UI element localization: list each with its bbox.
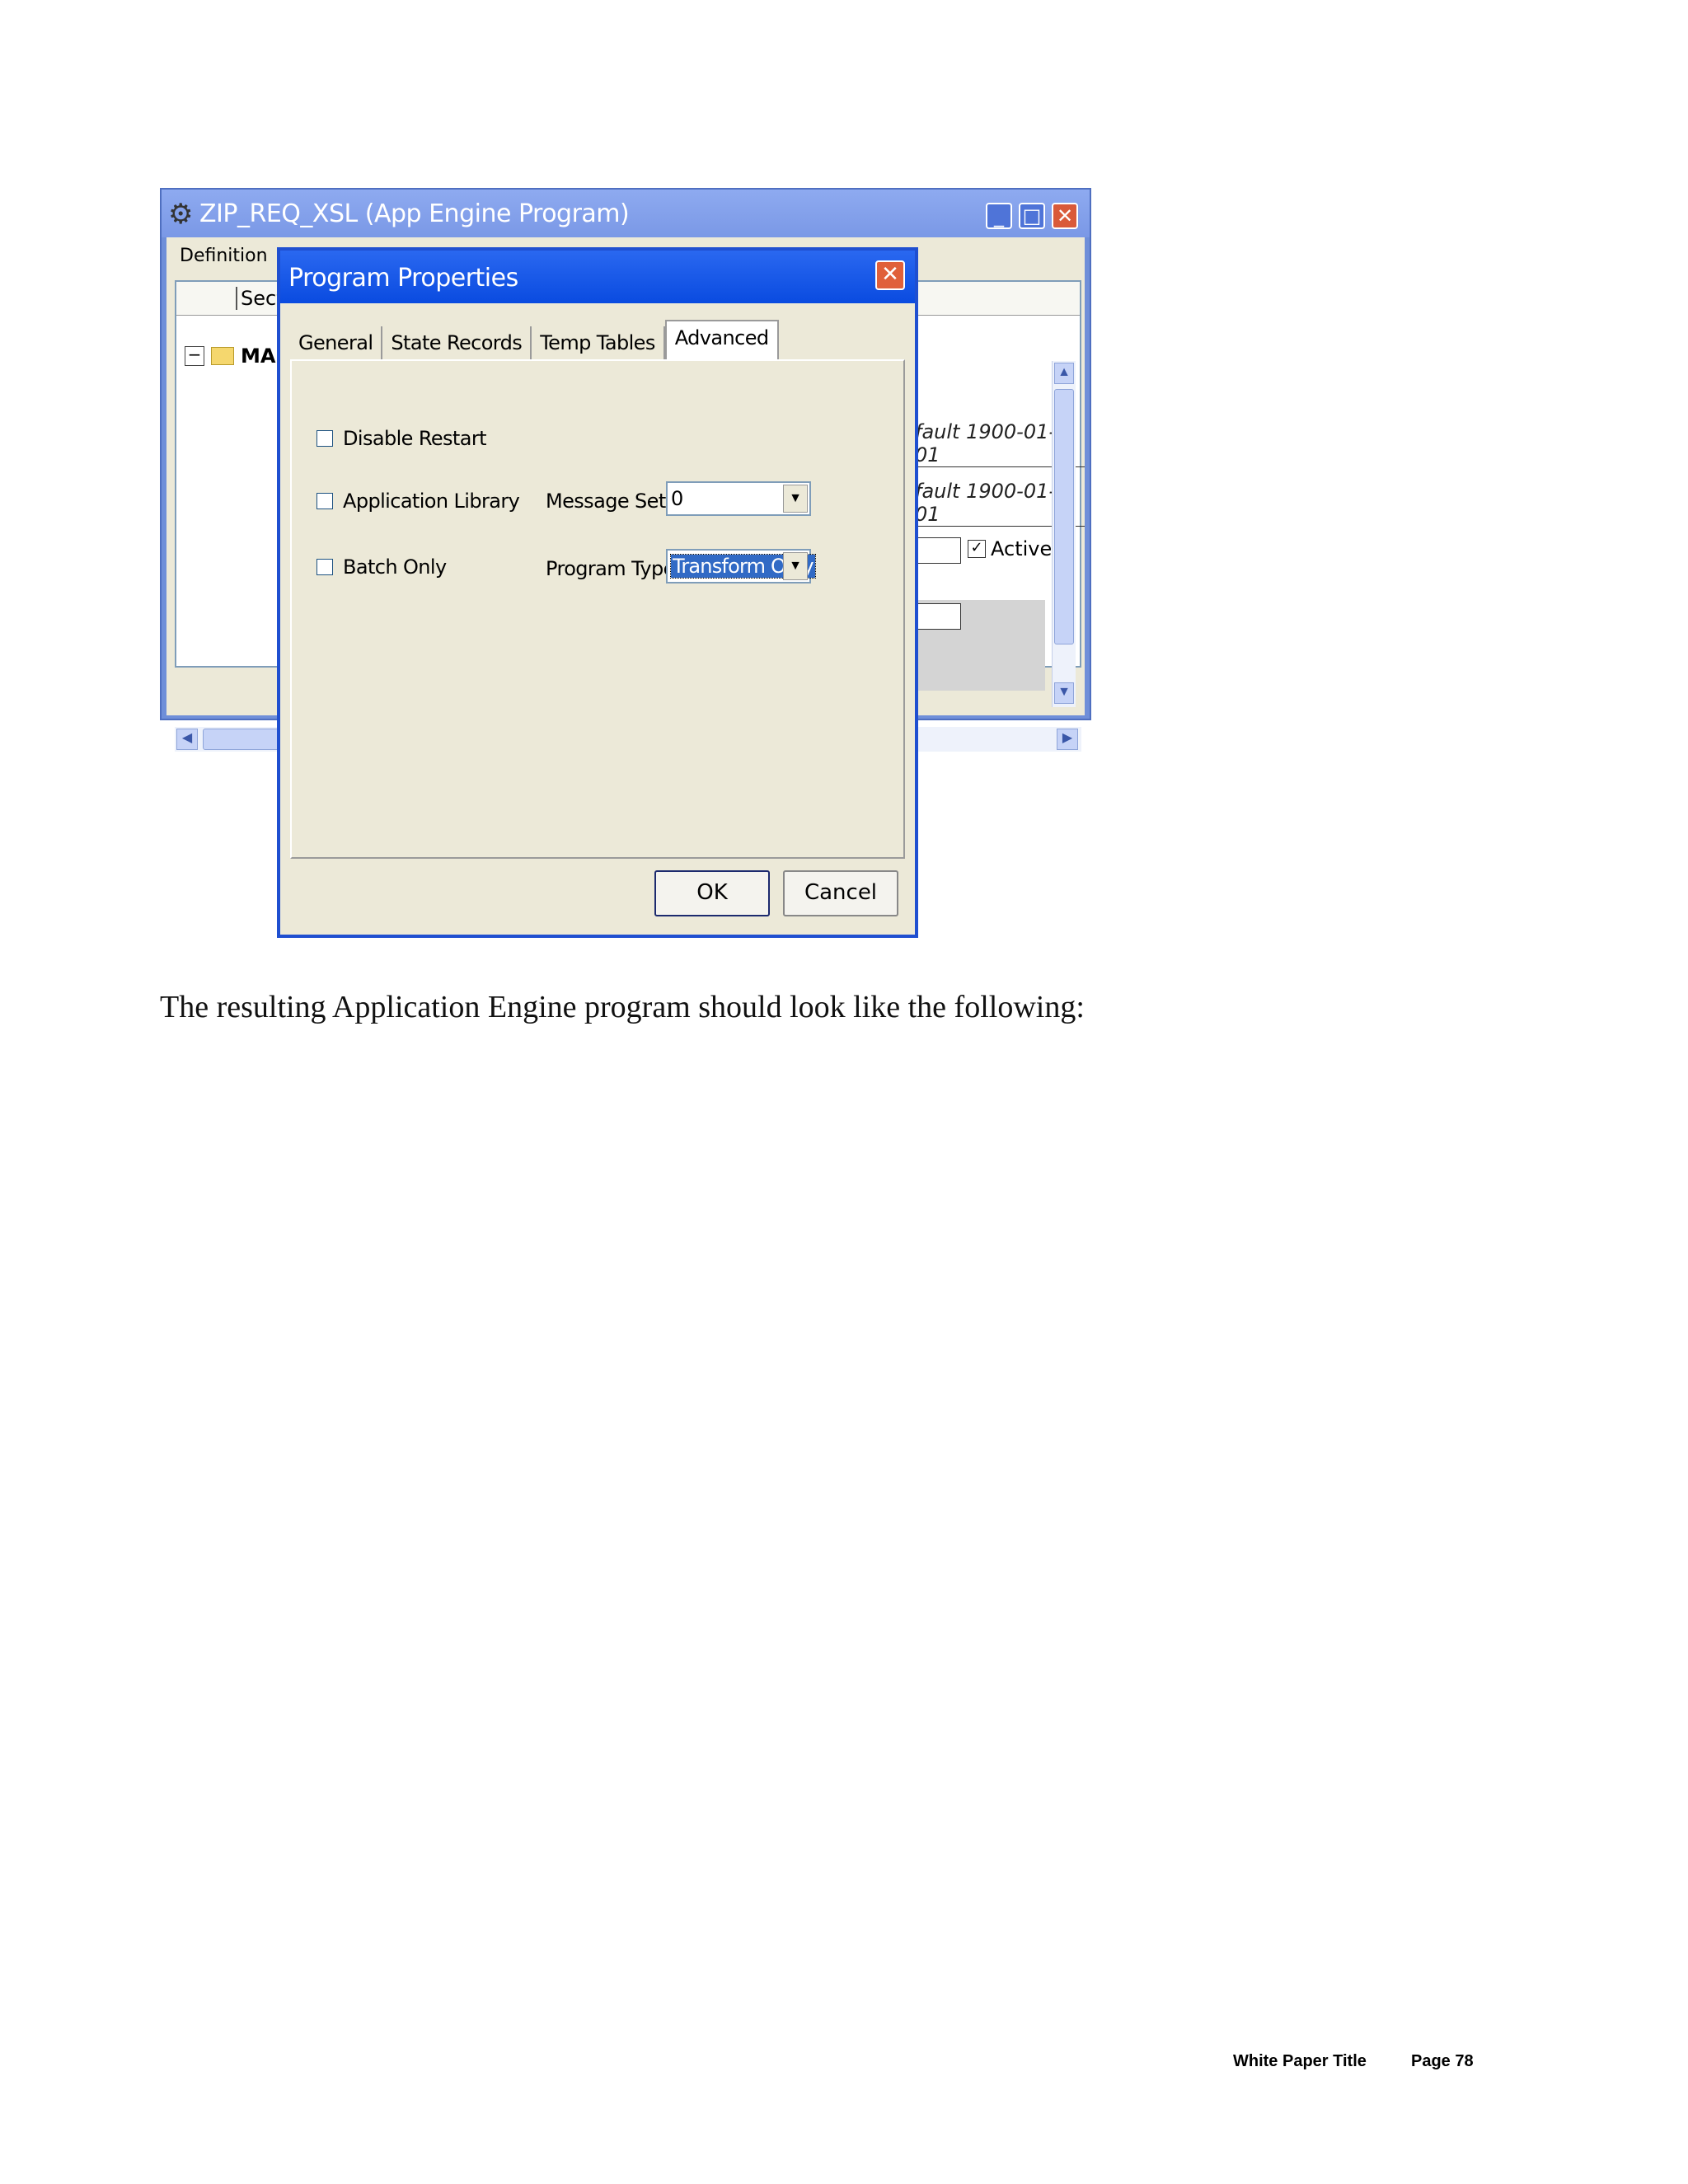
message-set-value: 0 bbox=[671, 487, 683, 510]
disable-restart-checkbox[interactable] bbox=[316, 430, 333, 447]
dialog-titlebar: Program Properties ✕ bbox=[280, 251, 915, 303]
disable-restart-row[interactable]: Disable Restart bbox=[316, 427, 487, 450]
program-type-select[interactable]: Transform Only ▼ bbox=[666, 549, 816, 583]
program-type-label: Program Type: bbox=[546, 557, 682, 580]
minimize-button[interactable]: _ bbox=[986, 203, 1012, 229]
application-library-checkbox[interactable] bbox=[316, 493, 333, 509]
footer-page-number: Page 78 bbox=[1411, 2052, 1474, 2070]
fragment-input-1[interactable] bbox=[913, 537, 961, 564]
active-label: Active bbox=[991, 537, 1053, 560]
active-checkbox-row[interactable]: ✓ Active bbox=[968, 537, 1052, 560]
vertical-scrollbar[interactable]: ▲ ▼ bbox=[1052, 361, 1076, 707]
folder-icon bbox=[211, 347, 234, 365]
ok-button[interactable]: OK bbox=[654, 870, 770, 916]
message-set-select[interactable]: 0 ▼ bbox=[666, 481, 811, 516]
message-set-label: Message Set: bbox=[546, 490, 673, 513]
batch-only-checkbox[interactable] bbox=[316, 559, 333, 575]
footer-title: White Paper Title bbox=[1233, 2052, 1367, 2070]
chevron-down-icon[interactable]: ▼ bbox=[783, 552, 808, 580]
program-properties-dialog: Program Properties ✕ General State Recor… bbox=[277, 247, 918, 938]
application-library-label: Application Library bbox=[343, 490, 520, 513]
app-window-titlebar: ⚙ ZIP_REQ_XSL (App Engine Program) _ □ ✕ bbox=[162, 190, 1090, 237]
active-checkbox[interactable]: ✓ bbox=[968, 540, 986, 558]
maximize-button[interactable]: □ bbox=[1019, 203, 1045, 229]
dialog-title: Program Properties bbox=[288, 264, 518, 293]
scroll-thumb[interactable] bbox=[1054, 389, 1074, 644]
collapse-icon[interactable]: − bbox=[185, 346, 204, 366]
cancel-button[interactable]: Cancel bbox=[783, 870, 898, 916]
fragment-input-2[interactable] bbox=[913, 603, 961, 630]
advanced-tab-panel: Disable Restart Application Library Batc… bbox=[290, 359, 905, 859]
hscroll-thumb[interactable] bbox=[203, 729, 285, 750]
scroll-up-icon[interactable]: ▲ bbox=[1054, 363, 1074, 384]
tab-definition[interactable]: Definition bbox=[180, 246, 268, 266]
dialog-tabs: General State Records Temp Tables Advanc… bbox=[290, 320, 779, 359]
app-window-title: ZIP_REQ_XSL (App Engine Program) bbox=[199, 199, 630, 228]
tab-temp-tables[interactable]: Temp Tables bbox=[532, 326, 665, 359]
scroll-down-icon[interactable]: ▼ bbox=[1054, 682, 1074, 704]
tab-state-records[interactable]: State Records bbox=[382, 326, 532, 359]
scroll-right-icon[interactable]: ▶ bbox=[1057, 729, 1078, 750]
tab-general[interactable]: General bbox=[290, 326, 383, 359]
batch-only-label: Batch Only bbox=[343, 555, 447, 579]
disable-restart-label: Disable Restart bbox=[343, 427, 487, 450]
window-close-button[interactable]: ✕ bbox=[1052, 203, 1078, 229]
figure-caption: The resulting Application Engine program… bbox=[160, 990, 1085, 1024]
app-engine-icon: ⚙ bbox=[168, 198, 194, 231]
application-library-row[interactable]: Application Library bbox=[316, 490, 520, 513]
dialog-close-button[interactable]: ✕ bbox=[875, 260, 905, 290]
chevron-down-icon[interactable]: ▼ bbox=[783, 485, 808, 513]
scroll-left-icon[interactable]: ◀ bbox=[176, 729, 198, 750]
tab-advanced[interactable]: Advanced bbox=[664, 320, 779, 359]
batch-only-row[interactable]: Batch Only bbox=[316, 555, 447, 579]
screenshot-figure: ⚙ ZIP_REQ_XSL (App Engine Program) _ □ ✕… bbox=[160, 188, 1091, 946]
tree-node-main[interactable]: − MAI bbox=[185, 344, 283, 368]
